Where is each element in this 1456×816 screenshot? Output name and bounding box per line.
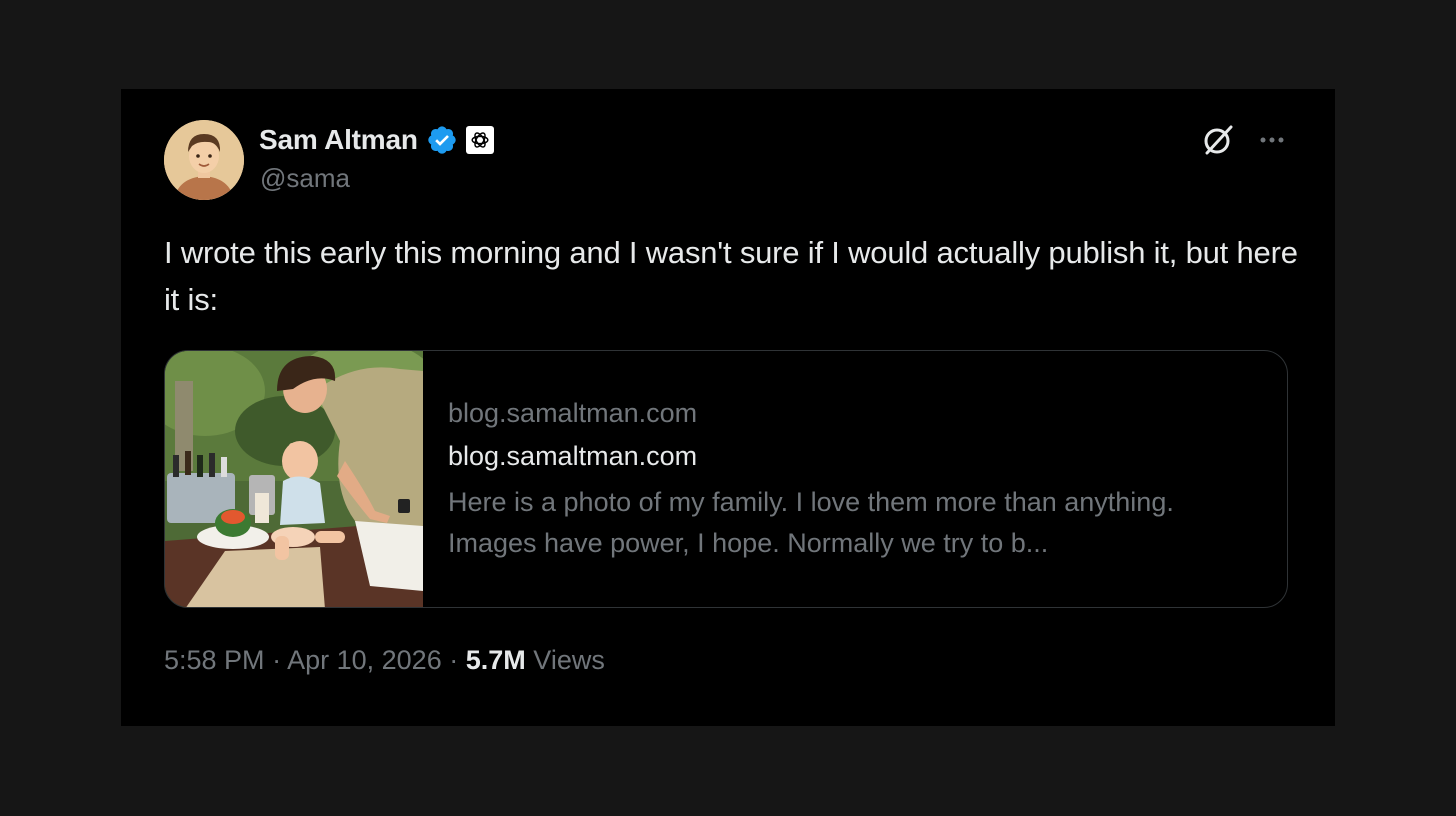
link-description: Here is a photo of my family. I love the… <box>448 487 1174 558</box>
tweet-card[interactable]: Sam Altman @sama I wrote this early this… <box>121 89 1335 726</box>
avatar[interactable] <box>164 120 244 200</box>
link-domain: blog.samaltman.com <box>448 398 698 428</box>
openai-logo-icon[interactable] <box>465 126 494 154</box>
link-title: blog.samaltman.com <box>448 441 698 471</box>
author-name-row: Sam Altman <box>259 123 494 157</box>
author-handle[interactable]: @sama <box>260 163 350 194</box>
grok-icon[interactable] <box>1200 122 1236 158</box>
tweet-meta: 5:58 PM · Apr 10, 2026 · 5.7M Views <box>164 645 605 676</box>
verified-badge-icon[interactable] <box>426 124 458 156</box>
views-count[interactable]: 5.7M <box>466 645 526 675</box>
link-preview-card[interactable]: blog.samaltman.com blog.samaltman.com He… <box>164 350 1288 608</box>
meta-separator: · <box>272 645 282 675</box>
tweet-text: I wrote this early this morning and I wa… <box>164 235 1298 317</box>
link-thumbnail-image[interactable] <box>165 351 435 607</box>
views-label[interactable]: Views <box>533 645 605 675</box>
meta-separator: · <box>449 645 459 675</box>
tweet-date[interactable]: Apr 10, 2026 <box>287 645 442 675</box>
author-display-name[interactable]: Sam Altman <box>259 124 418 156</box>
more-icon[interactable] <box>1255 123 1289 157</box>
tweet-time[interactable]: 5:58 PM <box>164 645 265 675</box>
